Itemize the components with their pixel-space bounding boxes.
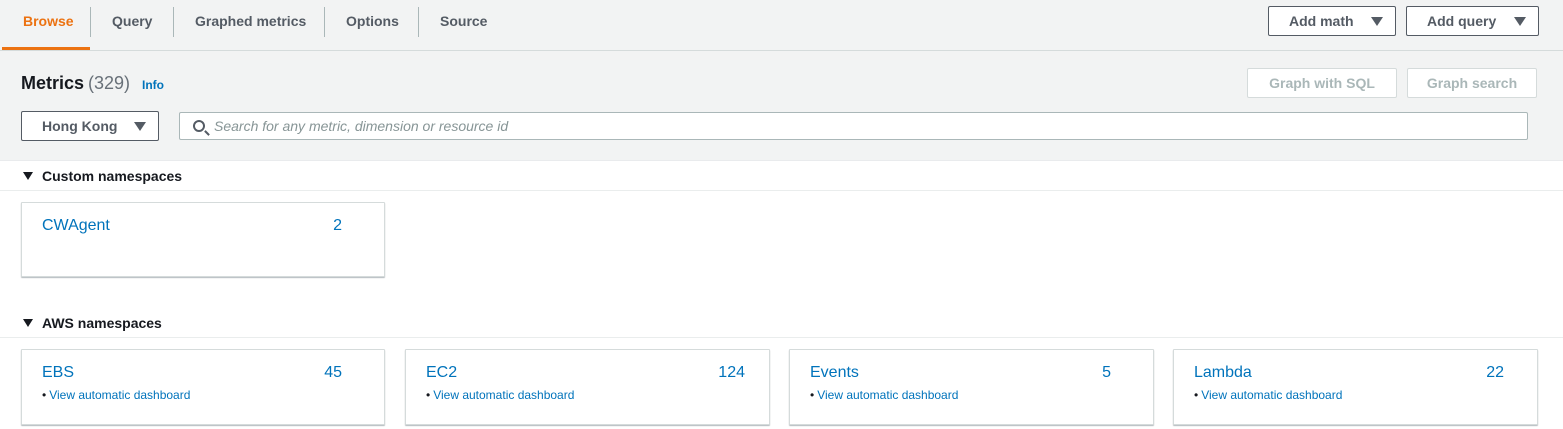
namespace-count[interactable]: 124 bbox=[718, 364, 745, 382]
namespace-name-link[interactable]: Events bbox=[810, 364, 859, 382]
search-input[interactable] bbox=[214, 113, 1514, 139]
tab-source[interactable]: Source bbox=[419, 0, 508, 50]
caret-down-icon bbox=[23, 319, 33, 327]
view-dashboard-link[interactable]: View automatic dashboard bbox=[433, 388, 574, 402]
custom-namespaces-header[interactable]: Custom namespaces bbox=[0, 161, 1563, 191]
namespace-count[interactable]: 2 bbox=[333, 217, 342, 235]
metric-search bbox=[179, 112, 1528, 140]
tab-options[interactable]: Options bbox=[325, 0, 420, 50]
namespace-card-ec2: EC2 124 • View automatic dashboard bbox=[405, 349, 770, 425]
add-math-label: Add math bbox=[1289, 13, 1354, 29]
region-select-value: Hong Kong bbox=[42, 118, 118, 134]
bullet: • bbox=[426, 388, 431, 402]
namespace-card-lambda: Lambda 22 • View automatic dashboard bbox=[1173, 349, 1538, 425]
namespace-name-link[interactable]: CWAgent bbox=[42, 217, 110, 235]
namespace-count[interactable]: 45 bbox=[324, 364, 342, 382]
dashboard-link-row: • View automatic dashboard bbox=[42, 388, 190, 402]
page-title: Metrics bbox=[21, 73, 85, 93]
namespace-card-cwagent: CWAgent 2 bbox=[21, 202, 385, 277]
caret-down-icon bbox=[134, 122, 146, 131]
namespace-card-events: Events 5 • View automatic dashboard bbox=[789, 349, 1154, 425]
search-icon bbox=[193, 120, 205, 132]
namespace-count[interactable]: 5 bbox=[1102, 364, 1111, 382]
add-math-button[interactable]: Add math bbox=[1268, 6, 1396, 36]
namespace-card-ebs: EBS 45 • View automatic dashboard bbox=[21, 349, 385, 425]
bullet: • bbox=[42, 388, 47, 402]
section-title: AWS namespaces bbox=[42, 315, 162, 331]
graph-search-button[interactable]: Graph search bbox=[1407, 68, 1537, 98]
dashboard-link-row: • View automatic dashboard bbox=[426, 388, 574, 402]
graph-with-sql-button[interactable]: Graph with SQL bbox=[1247, 68, 1397, 98]
add-query-button[interactable]: Add query bbox=[1406, 6, 1539, 36]
dashboard-link-row: • View automatic dashboard bbox=[810, 388, 958, 402]
region-select[interactable]: Hong Kong bbox=[21, 111, 159, 141]
view-dashboard-link[interactable]: View automatic dashboard bbox=[817, 388, 958, 402]
info-link[interactable]: Info bbox=[142, 78, 164, 92]
caret-down-icon bbox=[1371, 17, 1383, 26]
dashboard-link-row: • View automatic dashboard bbox=[1194, 388, 1342, 402]
namespace-name-link[interactable]: EC2 bbox=[426, 364, 457, 382]
section-title: Custom namespaces bbox=[42, 168, 183, 184]
view-dashboard-link[interactable]: View automatic dashboard bbox=[1201, 388, 1342, 402]
top-tab-bar: Browse Query Graphed metrics Options Sou… bbox=[0, 0, 1563, 51]
add-query-label: Add query bbox=[1427, 13, 1497, 29]
caret-down-icon bbox=[1514, 17, 1526, 26]
bullet: • bbox=[810, 388, 815, 402]
tab-browse[interactable]: Browse bbox=[2, 0, 90, 50]
aws-namespaces-header[interactable]: AWS namespaces bbox=[0, 308, 1563, 338]
view-dashboard-link[interactable]: View automatic dashboard bbox=[49, 388, 190, 402]
namespace-name-link[interactable]: EBS bbox=[42, 364, 74, 382]
caret-down-icon bbox=[23, 172, 33, 180]
tab-query[interactable]: Query bbox=[91, 0, 173, 50]
tab-graphed-metrics[interactable]: Graphed metrics bbox=[174, 0, 327, 50]
metrics-count: (329) bbox=[88, 73, 131, 93]
namespace-name-link[interactable]: Lambda bbox=[1194, 364, 1252, 382]
bullet: • bbox=[1194, 388, 1199, 402]
namespace-count[interactable]: 22 bbox=[1486, 364, 1504, 382]
